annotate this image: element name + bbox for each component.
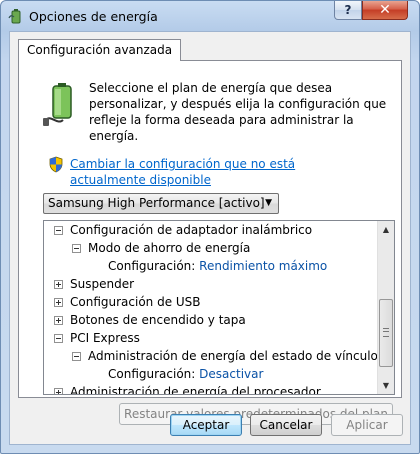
expand-icon[interactable]	[54, 280, 63, 289]
tab-panel: Seleccione el plan de energía que desea …	[18, 60, 402, 425]
change-unavailable-settings-link[interactable]: Cambiar la configuración que no está act…	[70, 156, 370, 188]
tree-item-label: PCI Express	[70, 331, 140, 345]
close-button[interactable]: ✕	[362, 1, 408, 20]
tree-item-label: Configuración de adaptador inalámbrico	[70, 223, 313, 237]
tree-item-label: Botones de encendido y tapa	[70, 313, 246, 327]
vertical-scrollbar[interactable]: ▲ ▼	[377, 221, 394, 394]
power-plan-select-value: Samsung High Performance [activo]	[48, 196, 265, 210]
expand-icon[interactable]	[54, 316, 63, 325]
collapse-icon[interactable]	[72, 244, 81, 253]
cancel-button[interactable]: Cancelar	[250, 414, 322, 436]
power-options-icon	[8, 9, 21, 24]
tab-advanced-settings[interactable]: Configuración avanzada	[18, 39, 182, 61]
setting-value[interactable]: Desactivar	[199, 367, 263, 381]
setting-value[interactable]: Rendimiento máximo	[199, 259, 327, 273]
tree-item-label: Administración de energía del procesador	[70, 385, 321, 395]
setting-label: Configuración:	[108, 367, 196, 381]
dropdown-arrow-icon: ▼	[265, 198, 272, 208]
tree-item-setting[interactable]: Configuración: Desactivar	[108, 365, 263, 383]
apply-button[interactable]: Aplicar	[331, 414, 403, 436]
title-bar[interactable]: Opciones de energía ? ✕	[1, 1, 419, 31]
options-window: Opciones de energía ? ✕ Configuración av…	[0, 0, 420, 454]
dialog-client: Configuración avanzada Seleccione el pla…	[9, 31, 411, 445]
battery-plug-icon	[43, 83, 72, 126]
tree-item-label: Administración de energía del estado de …	[88, 349, 385, 363]
expand-icon[interactable]	[54, 298, 63, 307]
setting-label: Configuración:	[108, 259, 196, 273]
window-title: Opciones de energía	[29, 9, 158, 24]
scroll-down-icon[interactable]: ▼	[378, 377, 394, 394]
tree-item-label: Configuración de USB	[70, 295, 201, 309]
scrollbar-thumb[interactable]	[379, 299, 393, 367]
help-button[interactable]: ?	[334, 1, 362, 20]
settings-tree[interactable]: Configuración de adaptador inalámbrico M…	[43, 220, 395, 395]
power-plan-select[interactable]: Samsung High Performance [activo] ▼	[43, 193, 279, 214]
tree-item-label: Modo de ahorro de energía	[88, 241, 251, 255]
collapse-icon[interactable]	[54, 226, 63, 235]
ok-button[interactable]: Aceptar	[170, 414, 242, 436]
expand-icon[interactable]	[54, 388, 63, 394]
grip-icon	[383, 328, 389, 337]
uac-shield-icon	[49, 156, 63, 173]
collapse-icon[interactable]	[54, 334, 63, 343]
collapse-icon[interactable]	[72, 352, 81, 361]
tree-item-setting[interactable]: Configuración: Rendimiento máximo	[108, 257, 327, 275]
scroll-up-icon[interactable]: ▲	[378, 221, 394, 238]
description-text: Seleccione el plan de energía que desea …	[89, 81, 387, 143]
tree-item-label: Suspender	[70, 277, 135, 291]
